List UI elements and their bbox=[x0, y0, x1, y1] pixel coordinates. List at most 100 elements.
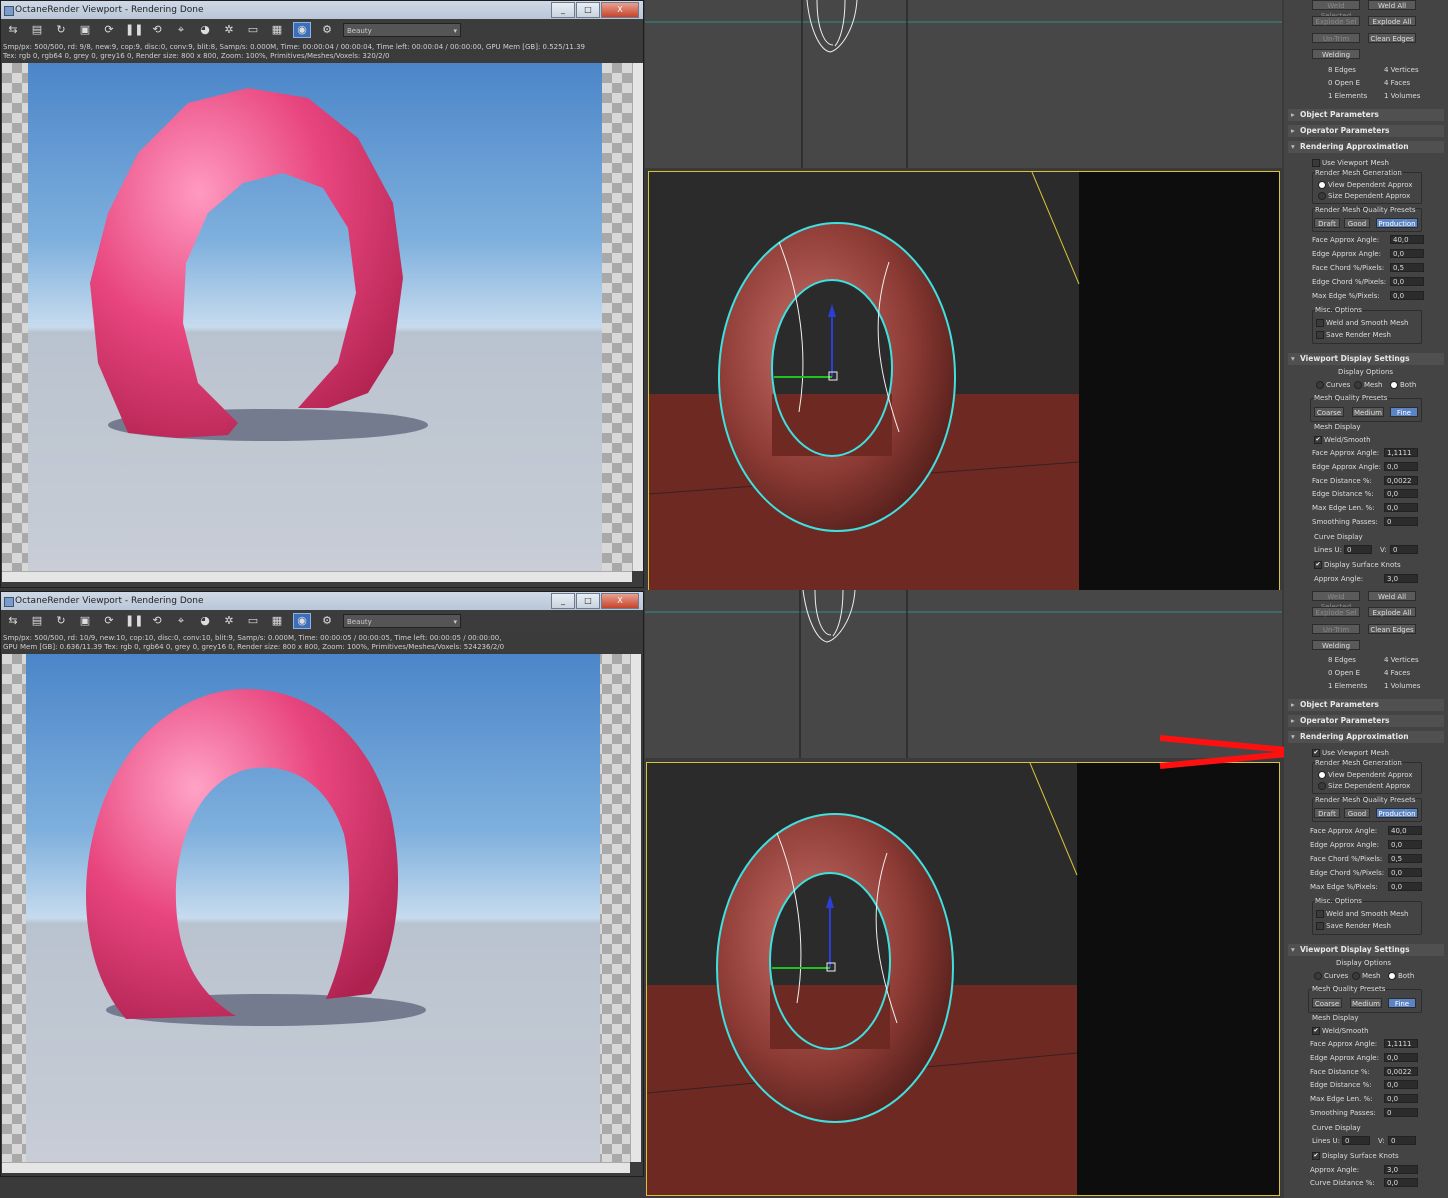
edge-distance-spinner[interactable]: 0,0 bbox=[1384, 1080, 1418, 1089]
un-trim-button[interactable]: Un-Trim bbox=[1312, 33, 1360, 43]
pause-icon[interactable]: ❚❚ bbox=[125, 23, 143, 37]
explode-sel-button[interactable]: Explode Sel bbox=[1312, 607, 1360, 617]
face-distance-spinner[interactable]: 0,0022 bbox=[1384, 476, 1418, 485]
approx-angle-spinner[interactable]: 3,0 bbox=[1384, 574, 1418, 583]
save-icon[interactable]: ▤ bbox=[29, 614, 45, 628]
refresh-icon[interactable]: ⟳ bbox=[101, 614, 117, 628]
rollout-rendering-approximation[interactable]: Rendering Approximation bbox=[1288, 731, 1444, 743]
good-button[interactable]: Good bbox=[1344, 218, 1370, 228]
weld-all-button[interactable]: Weld All bbox=[1368, 0, 1416, 10]
color-picker-icon[interactable]: ◕ bbox=[197, 23, 213, 37]
camera-lock-icon[interactable]: ◉ bbox=[293, 22, 311, 38]
edge-chord-spinner[interactable]: 0,0 bbox=[1388, 868, 1422, 877]
face-approx-angle-spinner[interactable]: 40,0 bbox=[1390, 235, 1424, 244]
settings-panel-icon[interactable]: ▦ bbox=[269, 23, 285, 37]
maximize-button[interactable]: □ bbox=[576, 593, 600, 609]
lock-icon[interactable]: ▣ bbox=[77, 614, 93, 628]
render-pass-select[interactable]: Beauty bbox=[343, 614, 461, 629]
gear-icon[interactable]: ⚙ bbox=[319, 614, 335, 628]
rollout-rendering-approximation[interactable]: Rendering Approximation bbox=[1288, 141, 1444, 153]
export-icon[interactable]: ⇆ bbox=[5, 614, 21, 628]
smoothing-passes-spinner[interactable]: 0 bbox=[1384, 1108, 1418, 1117]
lines-v-spinner[interactable]: 0 bbox=[1390, 545, 1418, 554]
weld-smooth-mesh-checkbox[interactable]: Weld and Smooth Mesh bbox=[1316, 319, 1409, 327]
rollout-operator-parameters[interactable]: Operator Parameters bbox=[1288, 125, 1444, 137]
draft-button[interactable]: Draft bbox=[1314, 218, 1340, 228]
both-radio[interactable]: Both bbox=[1388, 972, 1414, 980]
max-edge-len-spinner[interactable]: 0,0 bbox=[1384, 1094, 1418, 1103]
refresh-scene-icon[interactable]: ⟲ bbox=[149, 23, 165, 37]
refresh-icon[interactable]: ⟳ bbox=[101, 23, 117, 37]
mesh-edge-approx-spinner[interactable]: 0,0 bbox=[1384, 462, 1418, 471]
clean-edges-button[interactable]: Clean Edges bbox=[1368, 624, 1416, 634]
render-pass-select[interactable]: Beauty bbox=[343, 23, 461, 38]
production-button[interactable]: Production bbox=[1376, 808, 1418, 818]
both-radio[interactable]: Both bbox=[1390, 381, 1416, 389]
rollout-viewport-display-settings[interactable]: Viewport Display Settings bbox=[1288, 944, 1444, 956]
explode-sel-button[interactable]: Explode Sel bbox=[1312, 16, 1360, 26]
approx-angle-spinner[interactable]: 3,0 bbox=[1384, 1165, 1418, 1174]
face-chord-spinner[interactable]: 0,5 bbox=[1388, 854, 1422, 863]
close-button[interactable]: X bbox=[601, 593, 639, 609]
save-render-mesh-checkbox[interactable]: Save Render Mesh bbox=[1316, 331, 1391, 339]
maximize-button[interactable]: □ bbox=[576, 2, 600, 18]
max-edge-spinner[interactable]: 0,0 bbox=[1390, 291, 1424, 300]
welding-button[interactable]: Welding bbox=[1312, 49, 1360, 59]
curves-radio[interactable]: Curves bbox=[1316, 381, 1350, 389]
rollout-operator-parameters[interactable]: Operator Parameters bbox=[1288, 715, 1444, 727]
settings-panel-icon[interactable]: ▦ bbox=[269, 614, 285, 628]
weld-smooth-checkbox[interactable]: ✔ Weld/Smooth bbox=[1314, 436, 1371, 444]
top-viewport[interactable] bbox=[645, 590, 1282, 758]
octane-title-bar[interactable]: OctaneRender Viewport - Rendering Done _… bbox=[1, 1, 643, 19]
lines-u-spinner[interactable]: 0 bbox=[1342, 1136, 1370, 1145]
production-button[interactable]: Production bbox=[1376, 218, 1418, 228]
weld-selected-button[interactable]: Weld Selected bbox=[1312, 591, 1360, 611]
curves-radio[interactable]: Curves bbox=[1314, 972, 1348, 980]
medium-button[interactable]: Medium bbox=[1352, 407, 1384, 417]
view-dependent-radio[interactable]: View Dependent Approx bbox=[1318, 771, 1413, 779]
top-viewport[interactable] bbox=[645, 0, 1282, 168]
face-approx-angle-spinner[interactable]: 40,0 bbox=[1388, 826, 1422, 835]
size-dependent-radio[interactable]: Size Dependent Approx bbox=[1318, 192, 1410, 200]
max-edge-len-spinner[interactable]: 0,0 bbox=[1384, 503, 1418, 512]
smoothing-passes-spinner[interactable]: 0 bbox=[1384, 517, 1418, 526]
edge-distance-spinner[interactable]: 0,0 bbox=[1384, 489, 1418, 498]
minimize-button[interactable]: _ bbox=[551, 593, 575, 609]
focus-picker-icon[interactable]: ⌖ bbox=[173, 614, 189, 628]
edge-approx-angle-spinner[interactable]: 0,0 bbox=[1388, 840, 1422, 849]
mesh-radio[interactable]: Mesh bbox=[1354, 381, 1382, 389]
lock-icon[interactable]: ▣ bbox=[77, 23, 93, 37]
horizontal-scrollbar[interactable] bbox=[2, 1162, 630, 1173]
weld-selected-button[interactable]: Weld Selected bbox=[1312, 0, 1360, 20]
clean-edges-button[interactable]: Clean Edges bbox=[1368, 33, 1416, 43]
restart-icon[interactable]: ↻ bbox=[53, 614, 69, 628]
coarse-button[interactable]: Coarse bbox=[1314, 407, 1344, 417]
good-button[interactable]: Good bbox=[1344, 808, 1370, 818]
weld-smooth-checkbox[interactable]: ✔ Weld/Smooth bbox=[1312, 1027, 1369, 1035]
max-edge-spinner[interactable]: 0,0 bbox=[1388, 882, 1422, 891]
horizontal-scrollbar[interactable] bbox=[2, 571, 632, 582]
edge-chord-spinner[interactable]: 0,0 bbox=[1390, 277, 1424, 286]
use-viewport-mesh-checkbox[interactable]: Use Viewport Mesh bbox=[1312, 159, 1389, 167]
perspective-viewport[interactable] bbox=[646, 762, 1280, 1196]
weld-smooth-mesh-checkbox[interactable]: Weld and Smooth Mesh bbox=[1316, 910, 1409, 918]
curve-distance-spinner[interactable]: 0,0 bbox=[1384, 1178, 1418, 1187]
explode-all-button[interactable]: Explode All bbox=[1368, 607, 1416, 617]
draft-button[interactable]: Draft bbox=[1314, 808, 1340, 818]
edge-approx-angle-spinner[interactable]: 0,0 bbox=[1390, 249, 1424, 258]
medium-button[interactable]: Medium bbox=[1350, 998, 1382, 1008]
fine-button[interactable]: Fine bbox=[1388, 998, 1416, 1008]
refresh-scene-icon[interactable]: ⟲ bbox=[149, 614, 165, 628]
mesh-radio[interactable]: Mesh bbox=[1352, 972, 1380, 980]
region-icon[interactable]: ▭ bbox=[245, 614, 261, 628]
welding-button[interactable]: Welding bbox=[1312, 640, 1360, 650]
size-dependent-radio[interactable]: Size Dependent Approx bbox=[1318, 782, 1410, 790]
minimize-button[interactable]: _ bbox=[551, 2, 575, 18]
mesh-face-approx-spinner[interactable]: 1,1111 bbox=[1384, 1039, 1418, 1048]
vertical-scrollbar[interactable] bbox=[630, 654, 641, 1162]
pause-icon[interactable]: ❚❚ bbox=[125, 614, 143, 628]
lines-v-spinner[interactable]: 0 bbox=[1388, 1136, 1416, 1145]
coarse-button[interactable]: Coarse bbox=[1312, 998, 1342, 1008]
face-distance-spinner[interactable]: 0,0022 bbox=[1384, 1067, 1418, 1076]
close-button[interactable]: X bbox=[601, 2, 639, 18]
